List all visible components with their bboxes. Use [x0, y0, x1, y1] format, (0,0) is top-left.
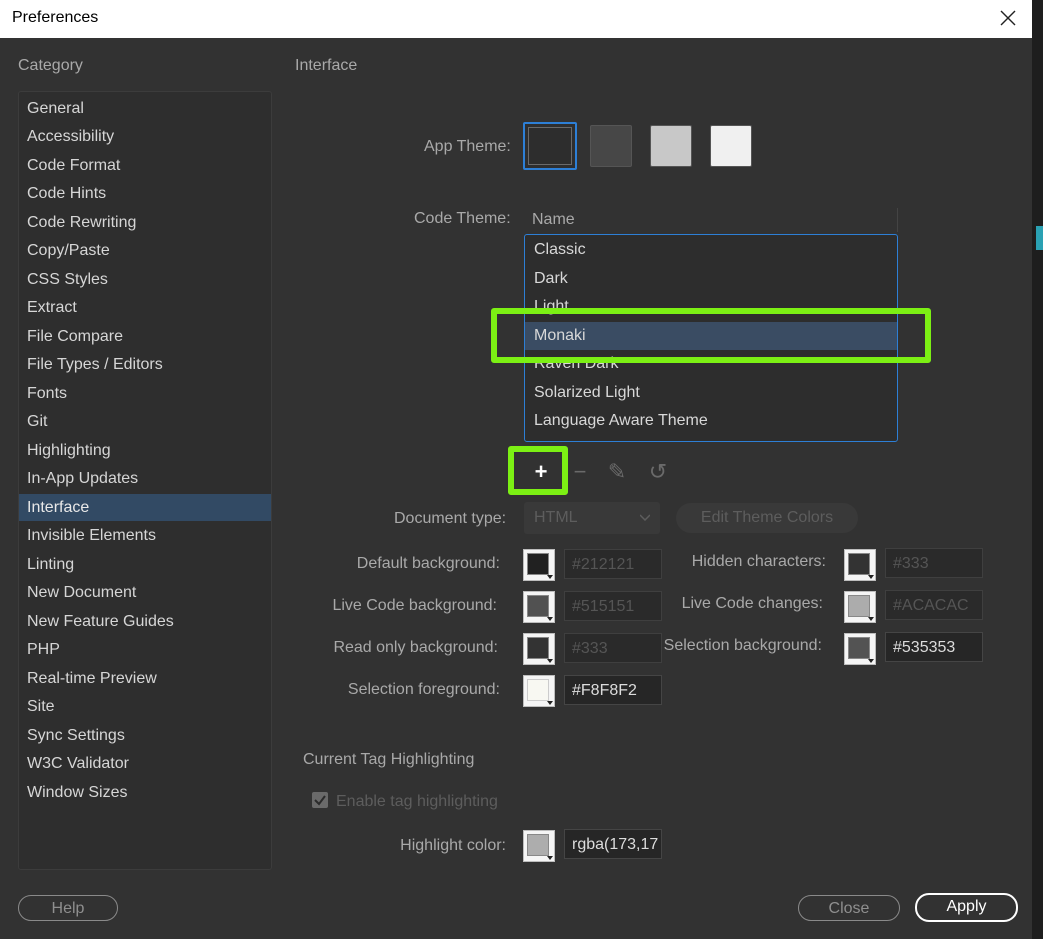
highlight-color-label: Highlight color: — [400, 837, 506, 854]
document-type-select[interactable]: HTML — [524, 502, 660, 534]
live-code-background-color-picker[interactable] — [523, 591, 555, 623]
chevron-down-icon — [640, 514, 650, 521]
edge-marker — [1036, 226, 1043, 250]
category-heading: Category — [18, 57, 83, 74]
app-theme-swatch-dark[interactable] — [590, 125, 632, 167]
selection-background-label: Selection background: — [663, 637, 822, 654]
category-item-css-styles[interactable]: CSS Styles — [19, 266, 271, 293]
annotation-highlight-selected-theme — [491, 308, 931, 363]
hidden-characters-label: Hidden characters: — [691, 553, 826, 570]
code-theme-item-solarized-light[interactable]: Solarized Light — [525, 379, 897, 407]
column-divider — [897, 208, 898, 232]
read-only-background-label: Read only background: — [333, 639, 498, 656]
default-background-color-picker[interactable] — [523, 549, 555, 581]
annotation-highlight-add-button — [508, 446, 568, 495]
code-theme-item-classic[interactable]: Classic — [525, 236, 897, 264]
category-item-code-format[interactable]: Code Format — [19, 152, 271, 179]
help-button[interactable]: Help — [18, 895, 118, 921]
read-only-background-color-picker[interactable] — [523, 633, 555, 665]
document-type-label: Document type: — [394, 510, 507, 527]
app-theme-swatch-darkest[interactable] — [523, 122, 577, 170]
highlight-color-picker[interactable] — [523, 830, 555, 862]
close-button[interactable]: Close — [798, 895, 900, 921]
category-item-code-rewriting[interactable]: Code Rewriting — [19, 209, 271, 236]
highlight-color-input[interactable]: rgba(173,17 — [564, 829, 662, 859]
category-item-window-sizes[interactable]: Window Sizes — [19, 779, 271, 806]
window-title: Preferences — [12, 9, 99, 26]
apply-button[interactable]: Apply — [915, 893, 1018, 922]
edit-theme-button[interactable]: ✎ — [603, 458, 631, 486]
section-heading: Interface — [295, 57, 358, 74]
live-code-changes-color-picker[interactable] — [844, 591, 876, 623]
category-item-git[interactable]: Git — [19, 408, 271, 435]
category-item-site[interactable]: Site — [19, 693, 271, 720]
hidden-characters-color-picker[interactable] — [844, 549, 876, 581]
code-theme-item-dark[interactable]: Dark — [525, 265, 897, 293]
edit-theme-colors-button[interactable]: Edit Theme Colors — [676, 503, 858, 533]
category-list: General Accessibility Code Format Code H… — [18, 91, 272, 870]
close-icon[interactable] — [994, 5, 1022, 31]
category-item-in-app-updates[interactable]: In-App Updates — [19, 465, 271, 492]
selection-background-input[interactable]: #535353 — [885, 632, 983, 662]
category-item-php[interactable]: PHP — [19, 636, 271, 663]
selection-background-color-picker[interactable] — [844, 633, 876, 665]
category-item-file-compare[interactable]: File Compare — [19, 323, 271, 350]
app-theme-swatch-light[interactable] — [650, 125, 692, 167]
category-item-sync-settings[interactable]: Sync Settings — [19, 722, 271, 749]
app-theme-swatch-lightest[interactable] — [710, 125, 752, 167]
category-item-w3c-validator[interactable]: W3C Validator — [19, 750, 271, 777]
tag-highlighting-heading: Current Tag Highlighting — [303, 751, 475, 768]
category-item-code-hints[interactable]: Code Hints — [19, 180, 271, 207]
selection-foreground-input[interactable]: #F8F8F2 — [564, 675, 662, 705]
live-code-changes-input[interactable]: #ACACAC — [885, 590, 983, 620]
checkmark-icon — [314, 795, 326, 806]
category-item-file-types-editors[interactable]: File Types / Editors — [19, 351, 271, 378]
category-item-interface[interactable]: Interface — [19, 494, 271, 521]
category-item-new-document[interactable]: New Document — [19, 579, 271, 606]
live-code-background-input[interactable]: #515151 — [564, 591, 662, 621]
category-item-invisible-elements[interactable]: Invisible Elements — [19, 522, 271, 549]
live-code-changes-label: Live Code changes: — [681, 595, 823, 612]
remove-theme-button[interactable]: − — [566, 458, 594, 486]
code-theme-item-language-aware-theme[interactable]: Language Aware Theme — [525, 407, 897, 435]
reset-theme-button[interactable]: ↺ — [644, 458, 672, 486]
category-item-extract[interactable]: Extract — [19, 294, 271, 321]
default-background-label: Default background: — [356, 555, 500, 572]
code-theme-label: Code Theme: — [414, 210, 511, 227]
app-theme-label: App Theme: — [424, 138, 511, 155]
default-background-input[interactable]: #212121 — [564, 549, 662, 579]
enable-tag-highlighting-label: Enable tag highlighting — [336, 793, 498, 810]
category-item-general[interactable]: General — [19, 95, 271, 122]
selection-foreground-color-picker[interactable] — [523, 675, 555, 707]
hidden-characters-input[interactable]: #333 — [885, 548, 983, 578]
enable-tag-highlighting-checkbox[interactable] — [312, 792, 328, 808]
category-item-linting[interactable]: Linting — [19, 551, 271, 578]
preferences-dialog: Preferences Category General Accessibili… — [0, 0, 1043, 939]
category-item-copy-paste[interactable]: Copy/Paste — [19, 237, 271, 264]
category-item-accessibility[interactable]: Accessibility — [19, 123, 271, 150]
document-type-value: HTML — [534, 509, 578, 526]
category-item-highlighting[interactable]: Highlighting — [19, 437, 271, 464]
title-bar: Preferences — [0, 0, 1032, 38]
selection-foreground-label: Selection foreground: — [347, 681, 500, 698]
window-edge — [1032, 0, 1043, 939]
category-item-fonts[interactable]: Fonts — [19, 380, 271, 407]
category-item-real-time-preview[interactable]: Real-time Preview — [19, 665, 271, 692]
live-code-background-label: Live Code background: — [332, 597, 497, 614]
read-only-background-input[interactable]: #333 — [564, 633, 662, 663]
category-item-new-feature-guides[interactable]: New Feature Guides — [19, 608, 271, 635]
code-theme-column-header: Name — [532, 211, 575, 228]
